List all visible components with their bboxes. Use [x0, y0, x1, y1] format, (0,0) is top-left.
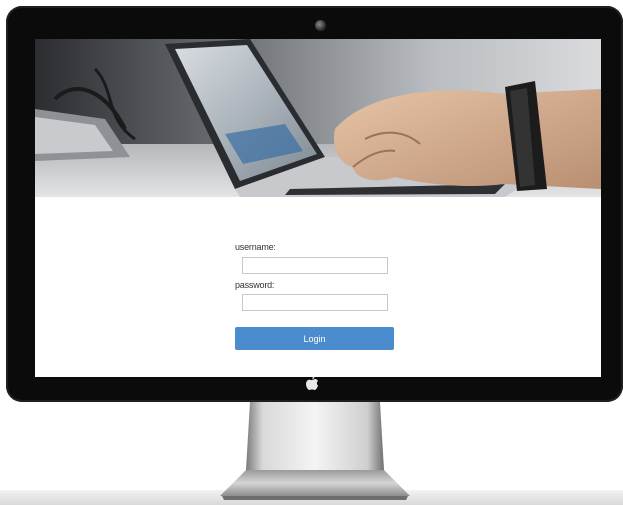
username-input[interactable]: [242, 257, 388, 274]
login-page: username: password: Login: [35, 39, 601, 377]
login-button[interactable]: Login: [235, 327, 394, 350]
monitor-bezel: username: password: Login: [6, 6, 623, 402]
password-label: password:: [235, 280, 275, 290]
password-input[interactable]: [242, 294, 388, 311]
hero-image: [35, 39, 601, 197]
camera-icon: [315, 20, 326, 31]
apple-logo-icon: [306, 376, 318, 390]
username-label: username:: [235, 242, 276, 252]
